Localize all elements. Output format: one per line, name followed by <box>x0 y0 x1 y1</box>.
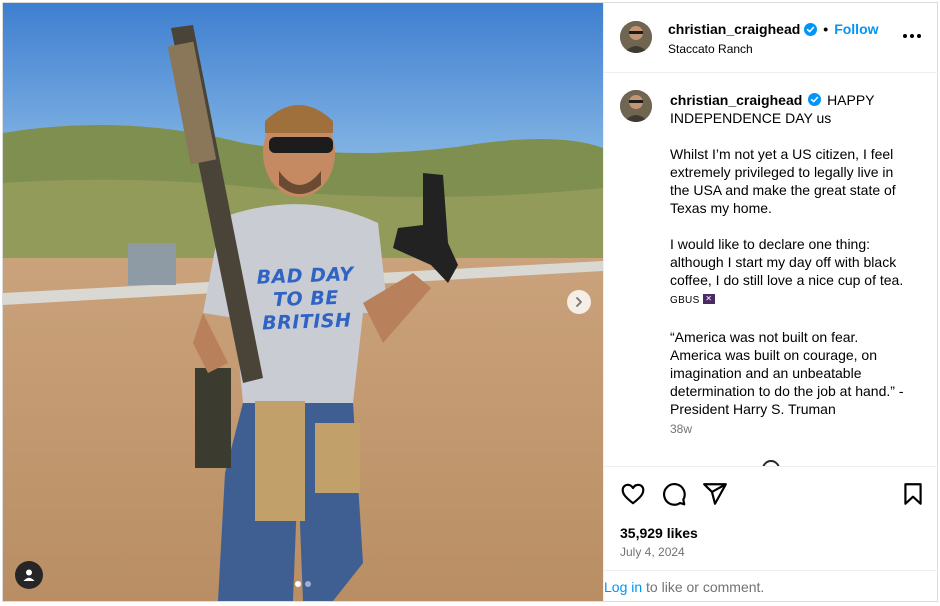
caption-paragraph-2: Whilst I’m not yet a US citizen, I feel … <box>670 146 896 216</box>
follow-button[interactable]: Follow <box>834 21 878 37</box>
verified-badge-icon <box>804 22 818 36</box>
tagged-users-button[interactable] <box>15 561 43 589</box>
more-options-icon <box>903 34 907 38</box>
chevron-right-icon <box>576 297 582 307</box>
caption-avatar[interactable] <box>620 90 652 122</box>
heart-icon[interactable] <box>620 481 646 507</box>
loading-spinner-icon <box>758 456 784 466</box>
carousel-next-button[interactable] <box>567 290 591 314</box>
caption-paragraph-4: “America was not built on fear. America … <box>670 329 904 417</box>
caption-tag: GBUS <box>670 295 700 306</box>
login-link[interactable]: Log in <box>604 579 642 595</box>
shirt-print-text: BAD DAY TO BE BRITISH <box>256 263 355 335</box>
caption-scroll-area[interactable]: christian_craighead HAPPY INDEPENDENCE D… <box>604 74 938 466</box>
carousel-dot <box>305 581 311 587</box>
avatar-image <box>620 90 652 122</box>
post-header: christian_craighead • Follow Staccato Ra… <box>604 3 938 73</box>
comment-icon[interactable] <box>661 481 687 507</box>
post-age[interactable]: 38w <box>670 422 692 436</box>
more-options-button[interactable] <box>900 29 924 43</box>
header-separator: • <box>823 21 829 37</box>
user-tag-icon <box>23 569 35 581</box>
post-date[interactable]: July 4, 2024 <box>620 545 685 559</box>
carousel-indicator <box>295 581 311 587</box>
header-user-line: christian_craighead • Follow <box>668 21 879 37</box>
caption-paragraph-3-text: I would like to declare one thing: altho… <box>670 236 904 288</box>
post-side-panel: christian_craighead • Follow Staccato Ra… <box>603 3 938 601</box>
verified-badge-icon <box>808 93 822 106</box>
avatar-image <box>620 21 652 53</box>
action-bar: 35,929 likes July 4, 2024 <box>604 466 938 570</box>
caption-text: christian_craighead HAPPY INDEPENDENCE D… <box>670 91 908 418</box>
share-icon[interactable] <box>702 481 728 507</box>
caption-paragraph-3: I would like to declare one thing: altho… <box>670 235 908 310</box>
location-link[interactable]: Staccato Ranch <box>668 42 753 56</box>
post-media[interactable]: BAD DAY TO BE BRITISH <box>3 3 603 601</box>
carousel-dot-active <box>295 581 301 587</box>
bookmark-icon[interactable] <box>900 481 926 507</box>
header-username[interactable]: christian_craighead <box>668 21 800 37</box>
login-prompt-text: to like or comment. <box>642 579 765 595</box>
flag-emoji-icon: ✕ <box>702 294 715 305</box>
caption-username[interactable]: christian_craighead <box>670 92 802 108</box>
post-dialog: BAD DAY TO BE BRITISH christian_craighea… <box>2 2 938 602</box>
likes-count[interactable]: 35,929 likes <box>620 525 698 541</box>
login-prompt: Log in to like or comment. <box>604 570 938 601</box>
avatar[interactable] <box>620 21 652 53</box>
